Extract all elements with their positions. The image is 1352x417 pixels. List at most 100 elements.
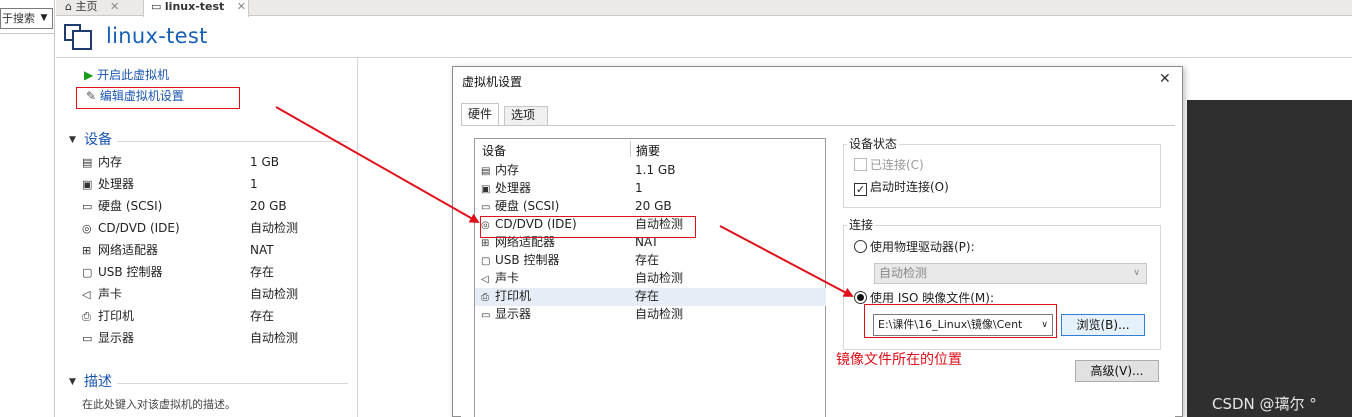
usb-icon: ▢ [82, 266, 93, 279]
device-row-network[interactable]: ⊞ 网络适配器 NAT [82, 239, 352, 261]
list-item-value: 1 [635, 181, 643, 195]
connect-at-power-on-checkbox[interactable]: ✓ 启动时连接(O) [854, 179, 949, 196]
device-row-processor[interactable]: ▣ 处理器 1 [82, 173, 352, 195]
device-value: 存在 [250, 265, 275, 279]
close-icon[interactable]: ✕ [1159, 71, 1171, 87]
device-row-usb[interactable]: ▢ USB 控制器 存在 [82, 261, 352, 283]
chevron-down-icon: ∨ [1133, 268, 1140, 278]
column-header-summary[interactable]: 摘要 [636, 143, 660, 159]
list-item-display[interactable]: ▭ 显示器 自动检测 [481, 305, 821, 323]
list-item-name: 硬盘 (SCSI) [495, 199, 560, 213]
list-item-disk[interactable]: ▭ 硬盘 (SCSI) 20 GB [481, 197, 821, 215]
list-item-sound[interactable]: ◁ 声卡 自动检测 [481, 269, 821, 287]
list-item-name: 声卡 [495, 271, 520, 285]
list-item-value: 20 GB [635, 199, 672, 213]
tab-options[interactable]: 选项 [504, 106, 548, 125]
description-section-title: 描述 [84, 374, 112, 390]
tab-linux-test[interactable]: ▭ linux-test ✕ [143, 0, 249, 17]
close-tab-icon[interactable]: ✕ [110, 0, 119, 13]
iso-location-annotation: 镜像文件所在的位置 [836, 352, 962, 368]
device-value: 自动检测 [250, 287, 299, 301]
page-title: linux-test [106, 24, 208, 48]
advanced-button[interactable]: 高级(V)... [1075, 360, 1159, 382]
list-item-value: 存在 [635, 289, 660, 303]
list-item-value: 存在 [635, 253, 660, 267]
physical-drive-radio[interactable]: 使用物理驱动器(P): [854, 239, 975, 255]
radio-unselected-icon [854, 240, 867, 253]
csdn-watermark: CSDN @璃尔 ° [1212, 395, 1317, 413]
device-status-group [843, 144, 1161, 208]
device-row-disk[interactable]: ▭ 硬盘 (SCSI) 20 GB [82, 195, 352, 217]
connected-checkbox[interactable]: 已连接(C) [854, 157, 924, 173]
tab-hardware[interactable]: 硬件 [461, 103, 499, 125]
device-name: 声卡 [98, 287, 123, 301]
connection-title: 连接 [847, 218, 876, 233]
browse-button[interactable]: 浏览(B)... [1061, 314, 1145, 336]
devices-section-title: 设备 [84, 132, 112, 148]
sound-icon: ◁ [82, 288, 91, 301]
device-row-display[interactable]: ▭ 显示器 自动检测 [82, 327, 352, 349]
list-item-memory[interactable]: ▤ 内存 1.1 GB [481, 161, 821, 179]
list-item-name: 内存 [495, 163, 520, 177]
list-item-value: 1.1 GB [635, 163, 676, 177]
collapse-devices-icon[interactable]: ▼ [69, 131, 76, 149]
vm-tab-icon: ▭ [151, 0, 162, 13]
play-icon: ▶ [84, 68, 94, 82]
checkbox-unchecked-icon [854, 158, 867, 171]
physical-drive-value: 自动检测 [879, 266, 928, 280]
device-name: 网络适配器 [98, 243, 159, 257]
printer-icon: ⎙ [82, 310, 91, 323]
device-value: 自动检测 [250, 331, 299, 345]
library-panel [0, 0, 55, 417]
device-name: 硬盘 (SCSI) [98, 199, 163, 213]
dialog-title: 虚拟机设置 [462, 75, 523, 89]
radio-selected-icon [854, 291, 867, 304]
device-row-cd-dvd[interactable]: ◎ CD/DVD (IDE) 自动检测 [82, 217, 352, 239]
power-on-link[interactable]: ▶ 开启此虚拟机 [84, 67, 169, 83]
tab-home-label: 主页 [75, 0, 98, 13]
column-header-device[interactable]: 设备 [482, 143, 506, 159]
device-row-memory[interactable]: ▤ 内存 1 GB [82, 151, 352, 173]
checkbox-checked-icon: ✓ [854, 183, 867, 196]
list-item-value: 自动检测 [635, 271, 684, 285]
vm-console-preview[interactable] [1187, 100, 1352, 417]
network-icon: ⊞ [82, 244, 92, 257]
devices-section-rule [117, 141, 348, 142]
device-value: 存在 [250, 309, 275, 323]
device-value: 20 GB [250, 199, 287, 213]
tab-home[interactable]: ⌂ 主页 ✕ [65, 0, 135, 16]
iso-path-highlight-box [864, 304, 1057, 338]
hardware-device-list[interactable]: 设备 摘要 ▤ 内存 1.1 GB ▣ 处理器 1 ▭ 硬盘 (SCSI) 20 GB ◎ C… [474, 138, 826, 417]
list-item-name: 处理器 [495, 181, 532, 195]
device-row-printer[interactable]: ⎙ 打印机 存在 [82, 305, 352, 327]
list-item-name: 打印机 [495, 289, 532, 303]
description-placeholder[interactable]: 在此处键入对该虚拟机的描述。 [82, 396, 236, 412]
memory-icon: ▤ [82, 156, 93, 169]
device-value: 1 [250, 177, 258, 191]
library-divider [0, 33, 55, 34]
home-icon: ⌂ [65, 0, 72, 13]
device-row-sound[interactable]: ◁ 声卡 自动检测 [82, 283, 352, 305]
device-name: USB 控制器 [98, 265, 163, 279]
list-item-usb[interactable]: ▢ USB 控制器 存在 [481, 251, 821, 269]
description-section-rule [117, 383, 348, 384]
list-item-processor[interactable]: ▣ 处理器 1 [481, 179, 821, 197]
close-tab-icon[interactable]: ✕ [237, 0, 246, 13]
device-value: 1 GB [250, 155, 279, 169]
physical-drive-select[interactable]: 自动检测 ∨ [874, 263, 1147, 284]
list-item-printer[interactable]: ⎙ 打印机 存在 [481, 287, 821, 305]
device-value: NAT [250, 243, 274, 257]
chevron-down-icon[interactable]: ▼ [37, 9, 51, 28]
power-on-label: 开启此虚拟机 [97, 68, 170, 82]
tab-linux-test-label: linux-test [164, 0, 225, 13]
device-name: 内存 [98, 155, 123, 169]
list-item-name: USB 控制器 [495, 253, 560, 267]
list-item-name: 显示器 [495, 307, 532, 321]
device-name: CD/DVD (IDE) [98, 221, 180, 235]
device-value: 自动检测 [250, 221, 299, 235]
connected-label: 已连接(C) [870, 158, 924, 172]
cd-icon: ◎ [82, 222, 92, 235]
collapse-description-icon[interactable]: ▼ [69, 373, 76, 391]
device-status-title: 设备状态 [847, 137, 900, 152]
display-icon: ▭ [481, 310, 491, 321]
